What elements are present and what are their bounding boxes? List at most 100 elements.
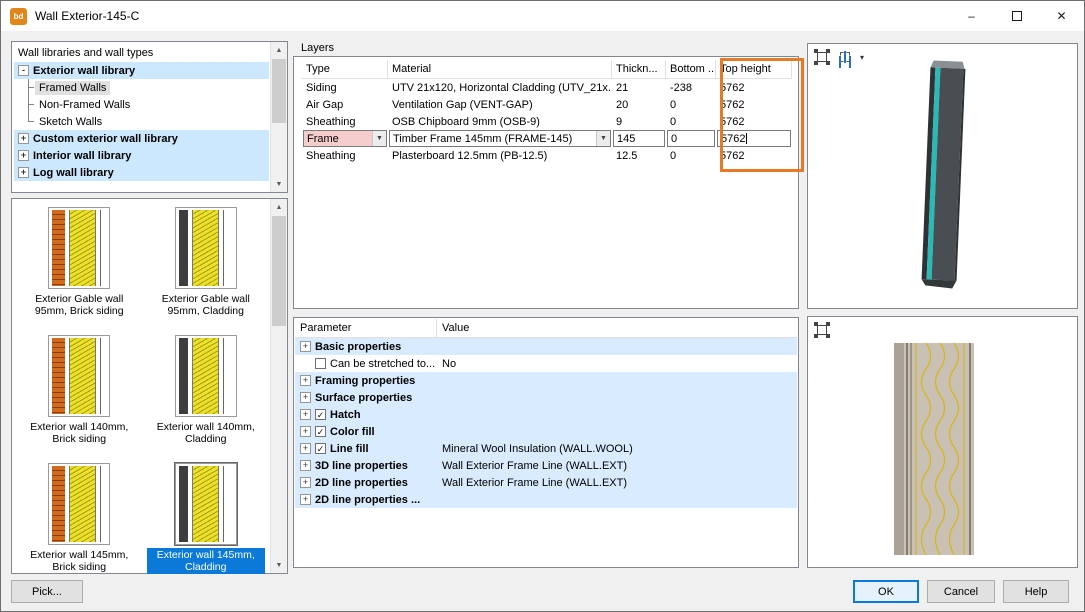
layer-type-cell[interactable]: Sheathing xyxy=(302,113,388,130)
close-button[interactable]: ✕ xyxy=(1039,1,1084,31)
expand-icon[interactable]: + xyxy=(300,494,311,505)
frame-thickness-input[interactable]: 145 xyxy=(613,130,665,147)
expand-icon[interactable]: + xyxy=(300,409,311,420)
scrollbar-thumb[interactable] xyxy=(272,59,286,123)
pan-view-icon[interactable] xyxy=(837,49,853,65)
layer-top-height-cell[interactable]: 5762 xyxy=(716,147,792,164)
tree-item-sketch-walls[interactable]: Sketch Walls xyxy=(14,113,269,130)
checkbox-checked[interactable]: ✓ xyxy=(315,409,326,420)
layer-thickness-cell[interactable]: 9 xyxy=(612,113,666,130)
layer-thickness-cell[interactable]: 12.5 xyxy=(612,147,666,164)
frame-material-dropdown[interactable]: Timber Frame 145mm (FRAME-145) ▼ xyxy=(389,130,611,147)
param-row-2d-line-properties-2[interactable]: + 2D line properties ... xyxy=(295,491,797,508)
scroll-up-icon[interactable]: ▲ xyxy=(271,42,287,58)
tree-item-custom-exterior-wall-library[interactable]: + Custom exterior wall library xyxy=(14,130,269,147)
expand-icon[interactable]: + xyxy=(18,133,29,144)
param-row-line-fill[interactable]: + ✓ Line fill Mineral Wool Insulation (W… xyxy=(295,440,797,457)
wall-type-145-cladding-selected[interactable]: Exterior wall 145mm, Cladding xyxy=(143,463,270,575)
frame-top-height-input[interactable]: 5762 xyxy=(717,130,791,147)
param-row-surface-properties[interactable]: + Surface properties xyxy=(295,389,797,406)
thumbnail-scrollbar[interactable]: ▲ ▼ xyxy=(270,199,287,573)
tree-item-non-framed-walls[interactable]: Non-Framed Walls xyxy=(14,96,269,113)
param-row-color-fill[interactable]: + ✓ Color fill xyxy=(295,423,797,440)
parameter-value[interactable] xyxy=(437,491,797,508)
cancel-button[interactable]: Cancel xyxy=(927,580,995,603)
layer-bottom-cell[interactable]: -238 xyxy=(666,79,716,96)
wall-2d-section-view[interactable] xyxy=(808,317,1077,567)
frame-type-dropdown[interactable]: Frame ▼ xyxy=(303,130,387,147)
layer-bottom-cell[interactable]: 0 xyxy=(666,96,716,113)
checkbox-unchecked[interactable] xyxy=(315,358,326,369)
wall-type-145-brick[interactable]: Exterior wall 145mm, Brick siding xyxy=(16,463,143,575)
parameter-value[interactable]: No xyxy=(437,355,797,372)
parameter-value[interactable] xyxy=(437,389,797,406)
parameter-value[interactable] xyxy=(437,372,797,389)
tree-item-log-wall-library[interactable]: + Log wall library xyxy=(14,164,269,181)
preview-3d-panel[interactable]: ▾ xyxy=(807,43,1078,309)
scroll-up-icon[interactable]: ▲ xyxy=(271,199,287,215)
wall-type-140-cladding[interactable]: Exterior wall 140mm, Cladding xyxy=(143,335,270,447)
wall-type-gable-95-cladding[interactable]: Exterior Gable wall 95mm, Cladding xyxy=(143,207,270,319)
parameter-value[interactable] xyxy=(437,338,797,355)
layer-material-cell[interactable]: UTV 21x120, Horizontal Cladding (UTV_21x… xyxy=(388,79,612,96)
expand-icon[interactable]: + xyxy=(300,375,311,386)
expand-icon[interactable]: + xyxy=(300,341,311,352)
expand-icon[interactable]: + xyxy=(300,426,311,437)
checkbox-checked[interactable]: ✓ xyxy=(315,426,326,437)
layer-material-cell[interactable]: OSB Chipboard 9mm (OSB-9) xyxy=(388,113,612,130)
layer-bottom-cell[interactable]: 0 xyxy=(666,113,716,130)
preview-2d-panel[interactable] xyxy=(807,316,1078,568)
parameter-value[interactable] xyxy=(437,423,797,440)
expand-icon[interactable]: + xyxy=(300,477,311,488)
wall-3d-view[interactable] xyxy=(808,44,1077,308)
layer-thickness-cell[interactable]: 20 xyxy=(612,96,666,113)
scroll-down-icon[interactable]: ▼ xyxy=(271,176,287,192)
expand-icon[interactable]: + xyxy=(300,443,311,454)
expand-icon[interactable]: + xyxy=(18,150,29,161)
param-row-basic-properties[interactable]: + Basic properties xyxy=(295,338,797,355)
param-row-can-be-stretched[interactable]: Can be stretched to... No xyxy=(295,355,797,372)
layer-type-cell[interactable]: Sheathing xyxy=(302,147,388,164)
parameter-value[interactable]: Wall Exterior Frame Line (WALL.EXT) xyxy=(437,457,797,474)
layer-thickness-cell[interactable]: 21 xyxy=(612,79,666,96)
zoom-extents-icon[interactable] xyxy=(814,322,830,338)
minimize-button[interactable]: – xyxy=(949,1,994,31)
pick-button[interactable]: Pick... xyxy=(11,580,83,603)
chevron-down-icon[interactable]: ▼ xyxy=(372,131,386,146)
layer-top-height-cell[interactable]: 5762 xyxy=(716,113,792,130)
expand-icon[interactable]: + xyxy=(300,460,311,471)
parameter-value[interactable]: Wall Exterior Frame Line (WALL.EXT) xyxy=(437,474,797,491)
expand-icon[interactable]: + xyxy=(18,167,29,178)
tree-item-exterior-wall-library[interactable]: - Exterior wall library xyxy=(14,62,269,79)
param-row-hatch[interactable]: + ✓ Hatch xyxy=(295,406,797,423)
maximize-button[interactable] xyxy=(994,1,1039,31)
layer-type-cell[interactable]: Air Gap xyxy=(302,96,388,113)
checkbox-checked[interactable]: ✓ xyxy=(315,443,326,454)
param-row-2d-line-properties[interactable]: + 2D line properties Wall Exterior Frame… xyxy=(295,474,797,491)
toolbar-dropdown-icon[interactable]: ▾ xyxy=(860,53,864,62)
tree-scrollbar[interactable]: ▲ ▼ xyxy=(270,42,287,192)
expand-icon[interactable]: + xyxy=(300,392,311,403)
scroll-down-icon[interactable]: ▼ xyxy=(271,557,287,573)
wall-type-gable-95-brick[interactable]: Exterior Gable wall 95mm, Brick siding xyxy=(16,207,143,319)
parameter-value[interactable] xyxy=(437,406,797,423)
layer-type-cell[interactable]: Siding xyxy=(302,79,388,96)
layer-top-height-cell[interactable]: 5762 xyxy=(716,96,792,113)
ok-button[interactable]: OK xyxy=(853,580,919,603)
chevron-down-icon[interactable]: ▼ xyxy=(596,131,610,146)
frame-bottom-input[interactable]: 0 xyxy=(667,130,715,147)
help-button[interactable]: Help xyxy=(1003,580,1069,603)
wall-type-140-brick[interactable]: Exterior wall 140mm, Brick siding xyxy=(16,335,143,447)
param-row-3d-line-properties[interactable]: + 3D line properties Wall Exterior Frame… xyxy=(295,457,797,474)
param-row-framing-properties[interactable]: + Framing properties xyxy=(295,372,797,389)
scrollbar-thumb[interactable] xyxy=(272,216,286,326)
layer-material-cell[interactable]: Ventilation Gap (VENT-GAP) xyxy=(388,96,612,113)
tree-item-framed-walls[interactable]: Framed Walls xyxy=(14,79,269,96)
zoom-extents-icon[interactable] xyxy=(814,49,830,65)
parameter-value[interactable]: Mineral Wool Insulation (WALL.WOOL) xyxy=(437,440,797,457)
layer-top-height-cell[interactable]: 5762 xyxy=(716,79,792,96)
collapse-icon[interactable]: - xyxy=(18,65,29,76)
layer-material-cell[interactable]: Plasterboard 12.5mm (PB-12.5) xyxy=(388,147,612,164)
tree-item-interior-wall-library[interactable]: + Interior wall library xyxy=(14,147,269,164)
layer-bottom-cell[interactable]: 0 xyxy=(666,147,716,164)
